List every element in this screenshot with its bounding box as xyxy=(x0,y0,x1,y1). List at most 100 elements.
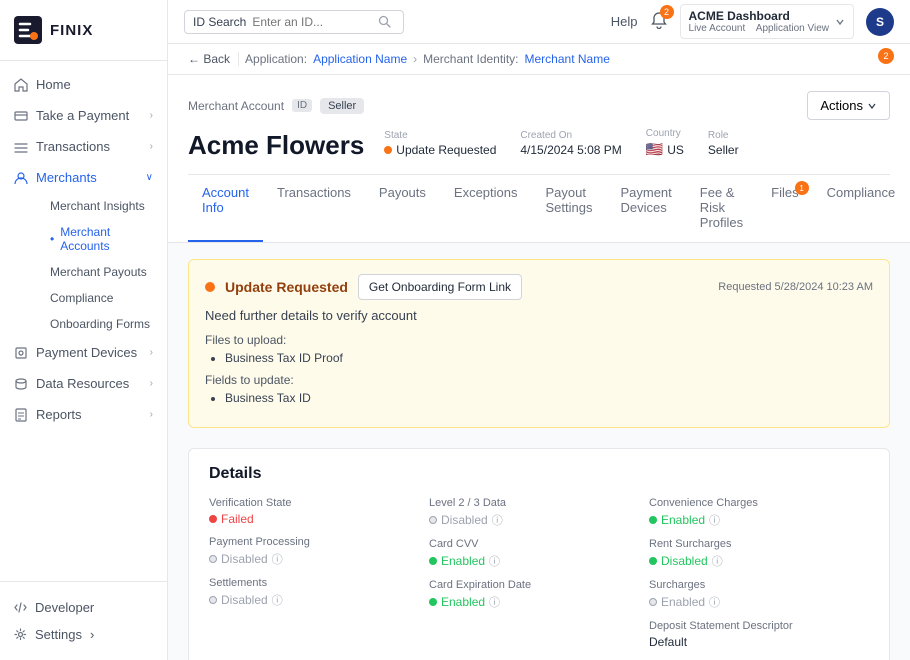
sidebar-item-merchant-accounts[interactable]: Merchant Accounts xyxy=(36,219,167,259)
green-dot xyxy=(429,598,437,606)
fields-to-update-label: Fields to update: xyxy=(205,373,873,387)
state-label: State xyxy=(384,130,496,141)
detail-card-cvv: Card CVV Enabled ⓘ xyxy=(429,538,649,569)
merchant-name: Acme Flowers xyxy=(188,130,364,161)
detail-value: Disabled ⓘ xyxy=(649,553,869,569)
tab-exceptions[interactable]: Exceptions xyxy=(440,175,532,242)
value-text: Enabled xyxy=(441,595,485,609)
sidebar-logo: FINIX xyxy=(0,0,167,61)
value-text: Disabled xyxy=(661,554,708,568)
back-button[interactable]: ← Back xyxy=(188,52,239,66)
info-icon[interactable]: ⓘ xyxy=(489,594,500,610)
chevron-right-icon: › xyxy=(150,347,153,358)
detail-key: Card CVV xyxy=(429,538,649,550)
info-icon[interactable]: ⓘ xyxy=(489,553,500,569)
merchant-meta: State Update Requested Created On 4/15/2… xyxy=(384,128,738,158)
acme-sub: Live Account Application View xyxy=(689,23,829,34)
green-dot xyxy=(649,516,657,524)
value-text: Enabled xyxy=(661,595,705,609)
acme-dashboard-info: ACME Dashboard Live Account Application … xyxy=(689,9,829,34)
tab-payouts[interactable]: Payouts xyxy=(365,175,440,242)
sidebar-item-merchants[interactable]: Merchants ∨ xyxy=(0,162,167,193)
detail-key: Rent Surcharges xyxy=(649,538,869,550)
sidebar-home-label: Home xyxy=(36,77,71,92)
get-onboarding-form-button[interactable]: Get Onboarding Form Link xyxy=(358,274,522,300)
tab-transactions[interactable]: Transactions xyxy=(263,175,365,242)
id-search-container[interactable]: ID Search xyxy=(184,10,404,34)
tab-fee-risk-profiles-label: Fee & Risk Profiles xyxy=(700,185,743,230)
sidebar-item-reports[interactable]: Reports › xyxy=(0,399,167,430)
tab-payout-settings[interactable]: Payout Settings xyxy=(532,175,607,242)
chevron-right-icon: › xyxy=(90,627,94,642)
settings-label: Settings xyxy=(35,627,82,642)
payment-devices-label: Payment Devices xyxy=(36,345,137,360)
detail-key: Level 2 / 3 Data xyxy=(429,497,649,509)
sidebar-item-data-resources[interactable]: Data Resources › xyxy=(0,368,167,399)
tab-files[interactable]: Files 1 xyxy=(757,175,812,242)
detail-card-exp: Card Expiration Date Enabled ⓘ xyxy=(429,579,649,610)
sidebar-item-onboarding-forms[interactable]: Onboarding Forms xyxy=(36,311,167,337)
info-icon[interactable]: ⓘ xyxy=(712,553,723,569)
notification-button[interactable]: 2 xyxy=(650,11,668,32)
detail-settlements: Settlements Disabled ⓘ xyxy=(209,577,429,608)
tab-account-info[interactable]: Account Info xyxy=(188,175,263,242)
update-req-desc: Need further details to verify account xyxy=(205,308,873,323)
detail-value: Disabled ⓘ xyxy=(209,551,429,567)
acme-view: Application View xyxy=(756,23,829,34)
details-title: Details xyxy=(209,465,869,483)
gray-circle xyxy=(209,596,217,604)
detail-value: Failed xyxy=(209,512,429,526)
sidebar-item-home[interactable]: Home xyxy=(0,69,167,100)
list-item: Business Tax ID Proof xyxy=(225,351,873,365)
transactions-icon xyxy=(14,140,28,154)
detail-key: Verification State xyxy=(209,497,429,509)
sidebar-item-take-payment[interactable]: Take a Payment › xyxy=(0,100,167,131)
info-icon[interactable]: ⓘ xyxy=(272,551,283,567)
update-req-dot xyxy=(205,282,215,292)
detail-surcharges: Surcharges Enabled ⓘ xyxy=(649,579,869,610)
merchant-identity-link[interactable]: Merchant Name xyxy=(525,52,610,66)
state-value: Update Requested xyxy=(384,143,496,157)
info-icon[interactable]: ⓘ xyxy=(272,592,283,608)
sidebar-developer[interactable]: Developer xyxy=(14,594,153,621)
info-icon[interactable]: ⓘ xyxy=(709,512,720,528)
actions-button[interactable]: Actions xyxy=(807,91,890,120)
id-search-input[interactable] xyxy=(252,15,372,29)
acme-dashboard-dropdown[interactable]: ACME Dashboard Live Account Application … xyxy=(680,4,854,39)
tab-account-info-label: Account Info xyxy=(202,185,249,215)
details-col-2: Level 2 / 3 Data Disabled ⓘ Card CVV xyxy=(429,497,649,649)
files-to-upload-list: Business Tax ID Proof xyxy=(205,351,873,365)
sidebar-bottom: Developer Settings › xyxy=(0,581,167,660)
tab-compliance[interactable]: Compliance xyxy=(813,175,910,242)
gray-circle xyxy=(429,516,437,524)
sidebar-item-merchant-payouts[interactable]: Merchant Payouts xyxy=(36,259,167,285)
sidebar-item-payment-devices[interactable]: Payment Devices › xyxy=(0,337,167,368)
info-icon[interactable]: ⓘ xyxy=(492,512,503,528)
tab-payment-devices[interactable]: Payment Devices xyxy=(606,175,685,242)
sidebar-merchants-label: Merchants xyxy=(36,170,97,185)
data-resources-label: Data Resources xyxy=(36,376,129,391)
detail-key: Settlements xyxy=(209,577,429,589)
sidebar-settings[interactable]: Settings › xyxy=(14,621,153,648)
home-icon xyxy=(14,78,28,92)
sidebar-take-payment-label: Take a Payment xyxy=(36,108,129,123)
chevron-down-icon xyxy=(867,101,877,111)
sidebar-item-compliance[interactable]: Compliance xyxy=(36,285,167,311)
tab-fee-risk-profiles[interactable]: Fee & Risk Profiles xyxy=(686,175,757,242)
id-tag: ID xyxy=(292,99,312,112)
merchant-identity-label: Merchant Identity: xyxy=(423,52,518,66)
sidebar-item-merchant-insights[interactable]: Merchant Insights xyxy=(36,193,167,219)
app-link[interactable]: Application Name xyxy=(313,52,407,66)
details-col-1: Verification State Failed Payment Proces… xyxy=(209,497,429,649)
update-requested-card: Update Requested Get Onboarding Form Lin… xyxy=(188,259,890,428)
green-dot xyxy=(649,557,657,565)
sidebar-item-transactions[interactable]: Transactions › xyxy=(0,131,167,162)
back-label: ← Back xyxy=(188,52,230,66)
user-avatar[interactable]: S xyxy=(866,8,894,36)
reports-icon xyxy=(14,408,28,422)
tab-transactions-label: Transactions xyxy=(277,185,351,200)
info-icon[interactable]: ⓘ xyxy=(709,594,720,610)
help-button[interactable]: Help xyxy=(611,14,638,29)
sidebar-nav: Home Take a Payment › Transactions › Mer… xyxy=(0,61,167,581)
tab-payouts-label: Payouts xyxy=(379,185,426,200)
